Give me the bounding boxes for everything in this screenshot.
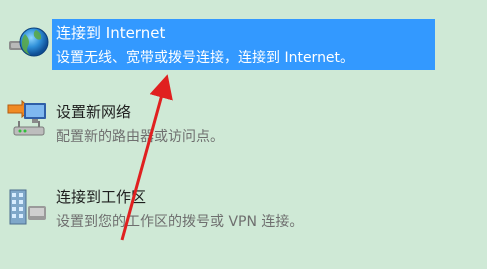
router-setup-icon	[6, 99, 50, 143]
option-connect-internet[interactable]: 连接到 Internet 设置无线、宽带或拨号连接，连接到 Internet。	[0, 16, 487, 76]
option-title: 连接到 Internet	[56, 24, 166, 42]
workplace-building-icon	[6, 184, 50, 228]
option-title: 设置新网络	[56, 103, 132, 121]
option-title: 连接到工作区	[56, 188, 147, 206]
option-description: 设置无线、宽带或拨号连接，连接到 Internet。	[56, 50, 355, 66]
option-connect-workplace[interactable]: 连接到工作区 设置到您的工作区的拨号或 VPN 连接。	[0, 180, 487, 240]
option-description: 设置到您的工作区的拨号或 VPN 连接。	[56, 214, 304, 230]
globe-network-icon	[6, 20, 50, 64]
option-description: 配置新的路由器或访问点。	[56, 129, 224, 145]
option-setup-new-network[interactable]: 设置新网络 配置新的路由器或访问点。	[0, 95, 487, 155]
